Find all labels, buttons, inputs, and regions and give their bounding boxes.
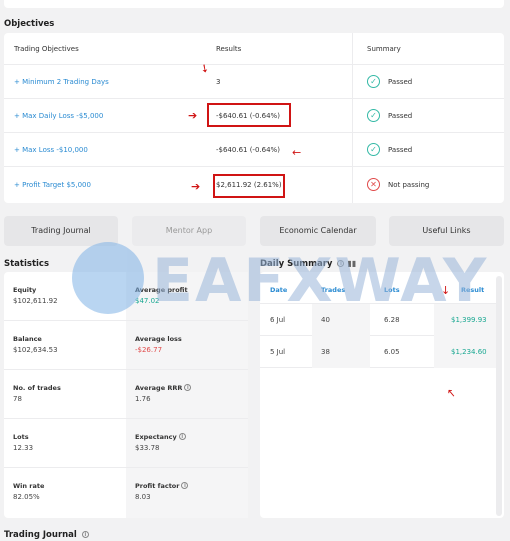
annotation-arrow-icon: ← [292,146,302,159]
objective-label[interactable]: + Max Daily Loss -$5,000 [14,112,103,120]
objective-row-max-loss: + Max Loss -$10,000 -$640.61 (-0.64%) ✓ … [4,133,504,167]
bar-chart-icon[interactable]: ▮▮ [347,259,356,268]
stat-label: No. of trades [13,384,61,392]
objective-label[interactable]: + Profit Target $5,000 [14,181,91,189]
objective-summary: Passed [388,78,413,86]
stat-no-of-trades: No. of trades 78 [4,370,126,419]
stat-value: 8.03 [135,493,151,501]
daily-summary-title: Daily Summary i ▮▮ [260,259,356,269]
info-icon[interactable]: i [178,433,186,440]
stat-value: 1.76 [135,395,151,403]
stat-value: $47.02 [135,297,160,305]
stat-label-text: Expectancy [135,433,177,441]
row-result: $1,234.60 [451,348,487,356]
stat-label: Balance [13,335,42,343]
statistics-title: Statistics [4,259,50,269]
stat-value: $102,611.92 [13,297,58,305]
stat-label: Average profit [135,286,188,294]
stat-label-text: Profit factor [135,482,180,490]
objective-result: 3 [216,78,221,86]
tab-mentor-app[interactable]: Mentor App [132,216,246,246]
stat-average-loss: Average loss -$26.77 [126,321,248,370]
objective-label[interactable]: + Minimum 2 Trading Days [14,78,109,86]
check-circle-icon: ✓ [367,109,380,122]
stat-value: -$26.77 [135,346,163,354]
annotation-highlight-box [213,174,285,198]
row-result: $1,399.93 [451,316,487,324]
stat-value: $102,634.53 [13,346,58,354]
stat-expectancy: Expectancy i $33.78 [126,419,248,468]
header-trading-objectives: Trading Objectives [14,45,79,53]
stat-value: 12.33 [13,444,34,452]
tab-economic-calendar[interactable]: Economic Calendar [260,216,376,246]
trading-journal-title-text: Trading Journal [4,530,77,540]
stat-balance: Balance $102,634.53 [4,321,126,370]
annotation-highlight-box [207,103,291,127]
annotation-arrow-icon: ➔ [188,109,198,122]
info-icon[interactable]: i [184,384,192,391]
stat-label: Average RRR i [135,384,192,392]
objective-summary: Not passing [388,181,430,189]
x-circle-icon: ✕ [367,178,380,191]
header-date[interactable]: Date [270,286,287,294]
info-icon[interactable]: i [337,260,345,267]
check-circle-icon: ✓ [367,143,380,156]
objective-row-min-trading-days: + Minimum 2 Trading Days 3 ✓ Passed [4,65,504,99]
objective-summary: Passed [388,146,413,154]
stat-label: Win rate [13,482,45,490]
stat-value: 78 [13,395,22,403]
row-date: 5 Jul [270,348,286,356]
stat-label: Average loss [135,335,182,343]
row-trades: 38 [321,348,330,356]
stat-label: Expectancy i [135,433,186,441]
info-icon[interactable]: i [181,482,189,489]
annotation-arrow-icon: ➔ [191,180,201,193]
info-icon[interactable]: i [81,531,89,538]
stat-value: $33.78 [135,444,160,452]
tab-trading-journal[interactable]: Trading Journal [4,216,118,246]
stat-average-profit: Average profit $47.02 [126,272,248,321]
stat-equity: Equity $102,611.92 [4,272,126,321]
stat-label-text: Average RRR [135,384,183,392]
annotation-arrow-icon: ↓ [441,284,451,297]
stat-average-rrr: Average RRR i 1.76 [126,370,248,419]
trading-journal-title: Trading Journal i [4,530,89,540]
daily-summary-table: Date Trades Lots Result 6 Jul 40 6.28 $1… [260,272,504,518]
table-row[interactable]: 6 Jul 40 6.28 $1,399.93 [260,304,496,336]
stat-lots: Lots 12.33 [4,419,126,468]
daily-summary-title-text: Daily Summary [260,259,333,269]
stat-profit-factor: Profit factor i 8.03 [126,468,248,518]
header-summary: Summary [367,45,401,53]
row-date: 6 Jul [270,316,286,324]
objective-result: -$640.61 (-0.64%) [216,146,280,154]
row-lots: 6.28 [384,316,400,324]
objectives-title: Objectives [4,19,55,29]
header-results: Results [216,45,242,53]
summary-column-divider [352,33,353,203]
daily-summary-scrollbar[interactable] [496,276,502,516]
objective-label[interactable]: + Max Loss -$10,000 [14,146,88,154]
header-lots[interactable]: Lots [384,286,400,294]
top-card-edge [4,0,504,8]
stat-win-rate: Win rate 82.05% [4,468,126,517]
row-lots: 6.05 [384,348,400,356]
header-trades[interactable]: Trades [321,286,345,294]
objective-summary: Passed [388,112,413,120]
tab-useful-links[interactable]: Useful Links [389,216,504,246]
check-circle-icon: ✓ [367,75,380,88]
stat-label: Profit factor i [135,482,189,490]
objectives-header-row: Trading Objectives Results Summary [4,33,504,65]
header-result[interactable]: Result [461,286,484,294]
table-row[interactable]: 5 Jul 38 6.05 $1,234.60 [260,336,496,368]
statistics-grid: Equity $102,611.92 Average profit $47.02… [4,272,248,518]
stat-label: Lots [13,433,29,441]
row-trades: 40 [321,316,330,324]
stat-value: 82.05% [13,493,40,501]
stat-label: Equity [13,286,37,294]
